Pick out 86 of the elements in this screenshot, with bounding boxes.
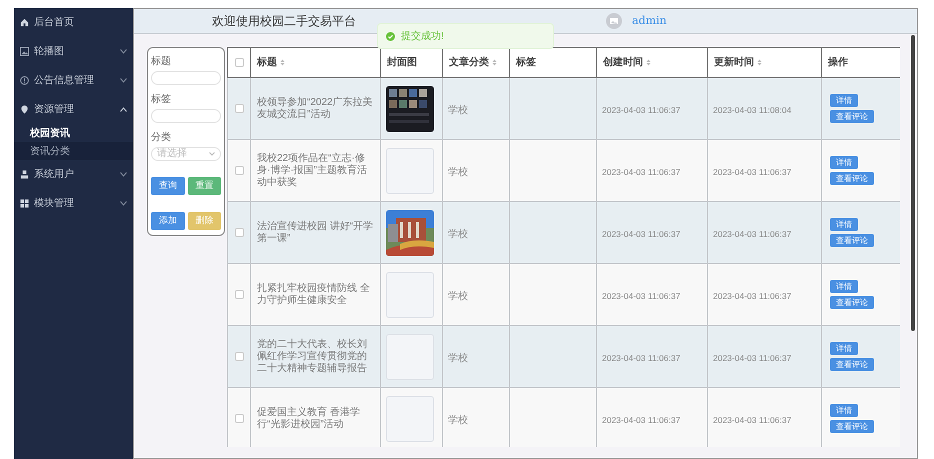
action-button[interactable]: 查看评论 bbox=[830, 172, 874, 185]
action-button[interactable]: 查看评论 bbox=[830, 296, 874, 309]
chevron-icon bbox=[209, 152, 215, 156]
table-cell-text: 我校22项作品在“立志·修身·博学·报国”主题教育活动中获奖 bbox=[257, 152, 368, 188]
select-all-checkbox[interactable] bbox=[234, 58, 244, 66]
info-icon bbox=[20, 76, 29, 85]
menu-item[interactable]: 模块管理 bbox=[34, 196, 115, 211]
action-button[interactable]: 详情 bbox=[830, 94, 858, 107]
action-button[interactable]: 查看评论 bbox=[830, 420, 874, 433]
table-cell-text: 党的二十大代表、校长刘佩红作学习宣传贯彻党的二十大精神专题辅导报告 bbox=[257, 338, 368, 374]
table-cell: 2023-04-03 11:06:37 bbox=[713, 290, 792, 300]
input-field[interactable] bbox=[151, 71, 221, 85]
table-cell: 2023-04-03 11:06:37 bbox=[713, 228, 792, 238]
column-header: 标签 bbox=[516, 56, 536, 70]
image-icon bbox=[20, 47, 29, 56]
user-icon bbox=[20, 170, 29, 179]
field-label: 分类 bbox=[151, 130, 172, 144]
action-button[interactable]: 详情 bbox=[830, 156, 858, 169]
menu-item[interactable]: 公告信息管理 bbox=[34, 73, 115, 88]
action-button[interactable]: 详情 bbox=[830, 280, 858, 293]
action-button[interactable]: 详情 bbox=[830, 342, 858, 355]
row-checkbox[interactable] bbox=[234, 166, 244, 174]
sort-icon[interactable] bbox=[757, 59, 762, 66]
table-cell: 2023-04-03 11:06:37 bbox=[602, 104, 680, 114]
submenu-item[interactable]: 校园资讯 bbox=[14, 124, 133, 142]
table-cell: 学校 bbox=[448, 290, 468, 302]
menu-item[interactable]: 资源管理 bbox=[34, 102, 115, 117]
empty-cover bbox=[386, 272, 434, 318]
sort-icon[interactable] bbox=[492, 59, 497, 66]
action-button[interactable]: 详情 bbox=[830, 218, 858, 231]
user-link[interactable]: admin bbox=[632, 12, 667, 30]
sort-icon[interactable] bbox=[646, 59, 651, 66]
table-cell: 2023-04-03 11:06:37 bbox=[602, 228, 680, 238]
form-button[interactable]: 重置 bbox=[188, 177, 221, 195]
column-header: 封面图 bbox=[387, 56, 417, 70]
check-icon bbox=[386, 32, 395, 40]
form-button[interactable]: 删除 bbox=[188, 212, 221, 230]
row-checkbox[interactable] bbox=[234, 104, 244, 112]
input-field[interactable] bbox=[151, 109, 221, 123]
form-button[interactable]: 查询 bbox=[151, 177, 184, 195]
submenu-item[interactable]: 资讯分类 bbox=[14, 142, 133, 160]
action-button[interactable]: 详情 bbox=[830, 404, 858, 417]
column-header: 操作 bbox=[828, 56, 848, 70]
pin-icon bbox=[20, 105, 29, 114]
table-cell: 2023-04-03 11:06:37 bbox=[602, 290, 680, 300]
table-cell: 学校 bbox=[448, 414, 468, 426]
table-cell-text: 扎紧扎牢校园疫情防线 全力守护师生健康安全 bbox=[257, 282, 371, 306]
row-checkbox[interactable] bbox=[234, 414, 244, 422]
table-cell: 法治宣传进校园 讲好“开学第一课” bbox=[257, 220, 374, 244]
table-cell: 2023-04-03 11:06:37 bbox=[713, 352, 792, 362]
empty-cover bbox=[386, 396, 434, 442]
field-label: 标签 bbox=[151, 92, 172, 106]
table-cell: 2023-04-03 11:06:37 bbox=[602, 166, 680, 176]
column-header[interactable]: 更新时间 bbox=[714, 55, 754, 70]
sort-icon[interactable] bbox=[280, 59, 285, 66]
row-checkbox[interactable] bbox=[234, 290, 244, 298]
field-label: 标题 bbox=[151, 54, 172, 68]
category-select[interactable]: 请选择 bbox=[151, 147, 221, 161]
action-button[interactable]: 查看评论 bbox=[830, 110, 874, 123]
table-cell: 学校 bbox=[448, 166, 468, 178]
table-cell: 2023-04-03 11:06:37 bbox=[713, 414, 792, 424]
grid-icon bbox=[20, 199, 29, 208]
menu-item[interactable]: 后台首页 bbox=[34, 15, 127, 30]
column-header[interactable]: 标题 bbox=[257, 55, 277, 70]
menu-item[interactable]: 轮播图 bbox=[34, 44, 115, 59]
form-button[interactable]: 添加 bbox=[151, 212, 184, 230]
empty-cover bbox=[386, 148, 434, 194]
table-cell: 2023-04-03 11:06:37 bbox=[713, 166, 792, 176]
table-cell-text: 促爱国主义教育 香港学行“光影进校园”活动 bbox=[257, 406, 361, 430]
table-cell: 2023-04-03 11:06:37 bbox=[602, 352, 680, 362]
action-button[interactable]: 查看评论 bbox=[830, 358, 874, 371]
avatar-icon bbox=[606, 13, 622, 29]
action-button[interactable]: 查看评论 bbox=[830, 234, 874, 247]
toast-message: 提交成功! bbox=[401, 30, 444, 44]
column-header[interactable]: 创建时间 bbox=[603, 55, 643, 70]
table-cell: 校领导参加“2022广东拉美友城交流日”活动 bbox=[257, 96, 374, 120]
home-icon bbox=[20, 18, 29, 27]
menu-item[interactable]: 系统用户 bbox=[34, 167, 115, 182]
table-cell: 学校 bbox=[448, 104, 468, 116]
table-cell: 学校 bbox=[448, 352, 468, 364]
welcome-title: 欢迎使用校园二手交易平台 bbox=[212, 13, 356, 30]
table-cell: 2023-04-03 11:06:37 bbox=[602, 414, 680, 424]
table-cell: 学校 bbox=[448, 228, 468, 240]
row-checkbox[interactable] bbox=[234, 352, 244, 360]
table-cell: 2023-04-03 11:08:04 bbox=[713, 104, 792, 114]
row-checkbox[interactable] bbox=[234, 228, 244, 236]
